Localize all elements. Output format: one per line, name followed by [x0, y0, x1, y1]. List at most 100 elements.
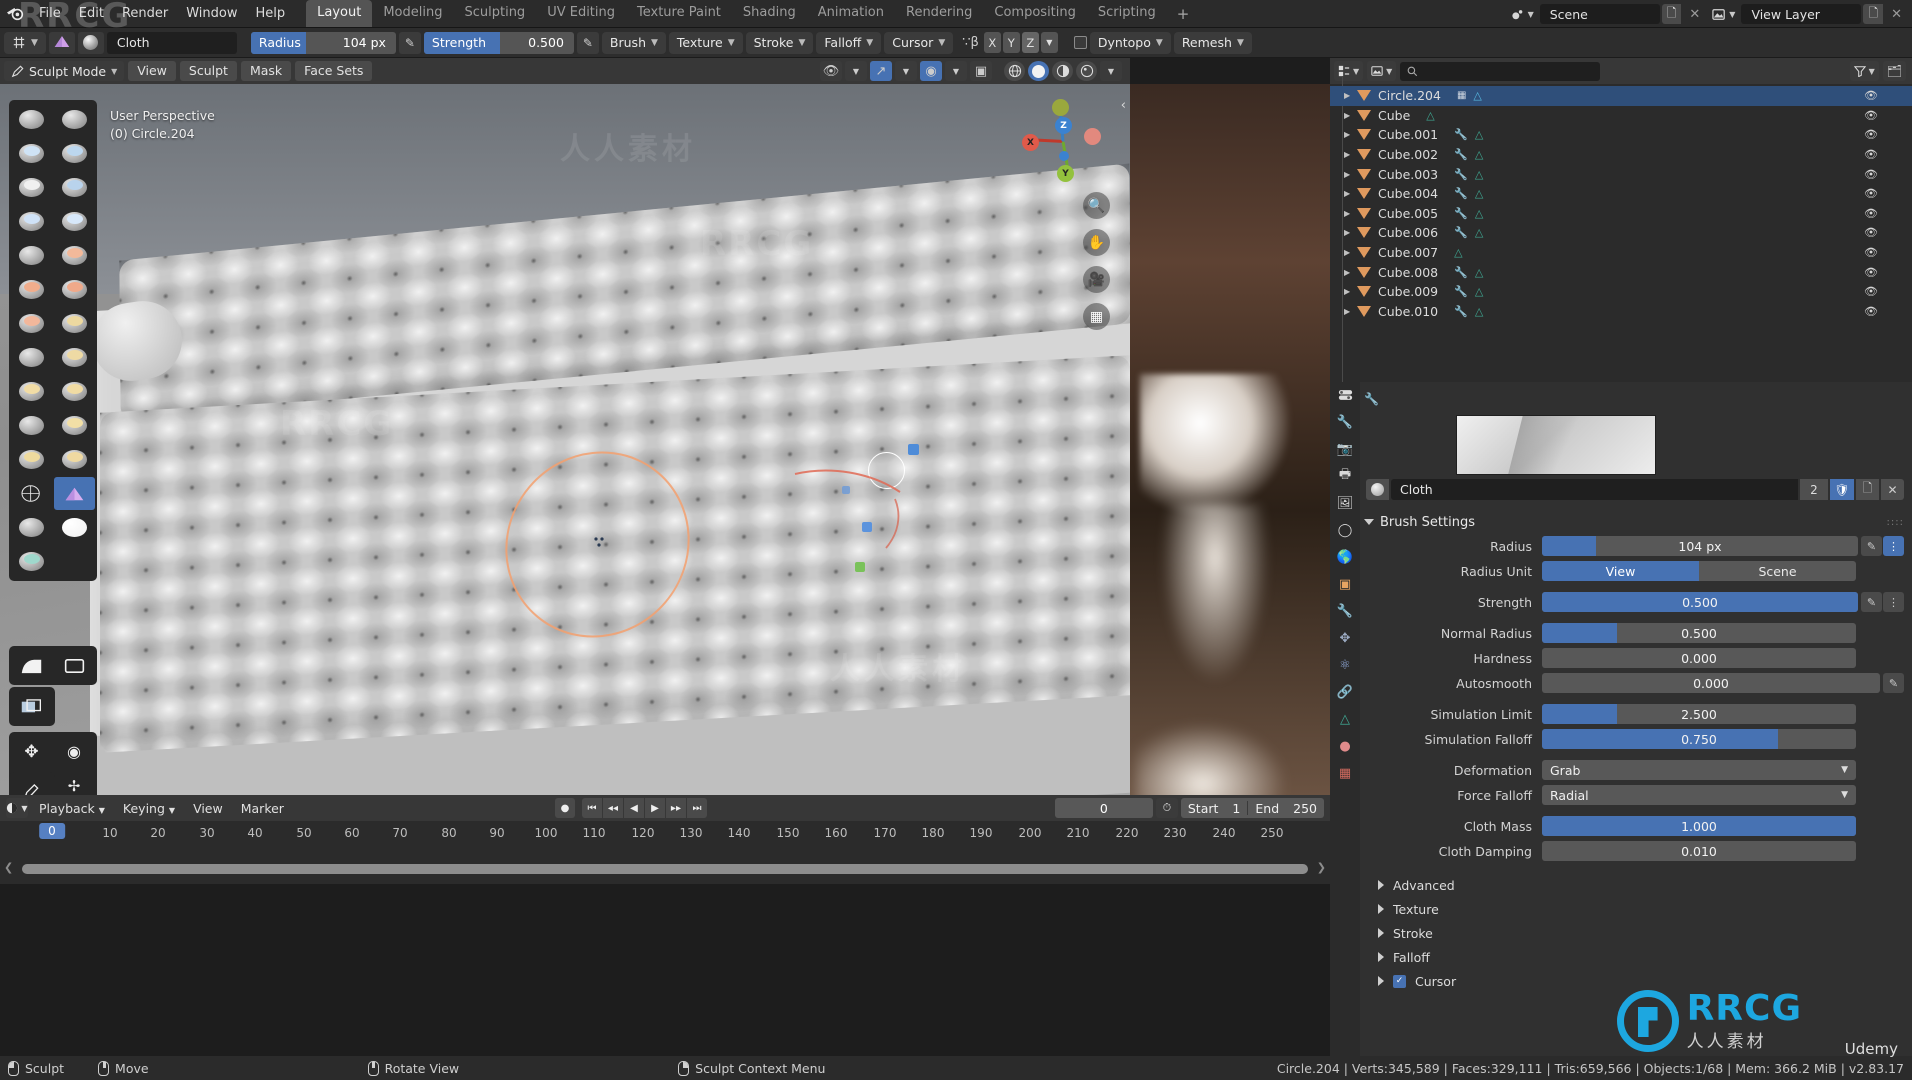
expand-arrow-icon[interactable]: ▶	[1344, 111, 1357, 120]
mesh-data-icon[interactable]: △	[1454, 246, 1462, 259]
viewport-menu-mask[interactable]: Mask	[240, 61, 292, 81]
expand-arrow-icon[interactable]: ▶	[1344, 130, 1357, 139]
tool-move[interactable]: ✥	[11, 735, 52, 768]
tab-uv-editing[interactable]: UV Editing	[536, 0, 626, 27]
mesh-data-icon[interactable]: △	[1475, 207, 1483, 220]
simulation-falloff-slider[interactable]: 0.750	[1542, 729, 1856, 749]
mesh-data-icon[interactable]: △	[1473, 89, 1481, 102]
outliner-tree[interactable]: ▶ Circle.204 ▦ △ 👁 ▶ Cube △ 👁 ▶ Cube.001 …	[1330, 76, 1912, 382]
expand-arrow-icon[interactable]: ▶	[1344, 209, 1357, 218]
outliner-row-cube002[interactable]: ▶ Cube.002 🔧 △ 👁	[1330, 145, 1912, 165]
expand-arrow-icon[interactable]	[1378, 952, 1384, 962]
outliner-row-cube006[interactable]: ▶ Cube.006 🔧 △ 👁	[1330, 223, 1912, 243]
texture-menu[interactable]: Texture ▼	[668, 31, 743, 54]
playhead[interactable]: 0	[39, 823, 65, 839]
dyntopo-menu[interactable]: Dyntopo ▼	[1089, 31, 1171, 54]
tool-inflate[interactable]	[11, 205, 52, 238]
deformation-dropdown[interactable]: Grab ▼	[1542, 760, 1856, 780]
delete-view-layer-button[interactable]: ✕	[1885, 4, 1908, 24]
prev-keyframe-icon[interactable]: ◂◂	[602, 798, 623, 818]
subpanel-advanced[interactable]: Advanced	[1364, 873, 1904, 897]
tab-shading[interactable]: Shading	[732, 0, 807, 27]
fake-user-shield-icon[interactable]: 🛡	[1830, 479, 1854, 500]
gizmo-axis-x[interactable]: X	[1022, 134, 1039, 151]
symmetry-z-button[interactable]: Z	[1021, 32, 1039, 53]
radius-value-slider[interactable]: 104 px	[1542, 536, 1858, 556]
symmetry-x-button[interactable]: X	[983, 32, 1001, 53]
cloth-mass-slider[interactable]: 1.000	[1542, 816, 1856, 836]
scene-icon[interactable]: ▼	[1507, 4, 1538, 24]
mesh-data-icon[interactable]: △	[1475, 168, 1483, 181]
outliner-row-cube005[interactable]: ▶ Cube.005 🔧 △ 👁	[1330, 204, 1912, 224]
sculpt-toolbar-trim[interactable]	[9, 687, 55, 726]
autosmooth-pressure-icon[interactable]: ✎	[1883, 673, 1904, 693]
tab-texture-icon[interactable]: ▦	[1335, 764, 1355, 782]
tool-crease[interactable]	[11, 239, 52, 272]
tab-physics-icon[interactable]: ⚛	[1335, 656, 1355, 674]
modifier-wrench-icon[interactable]: 🔧	[1454, 285, 1468, 298]
normal-radius-slider[interactable]: 0.500	[1542, 623, 1856, 643]
tool-settings-icon[interactable]: ▼	[4, 31, 46, 54]
expand-arrow-icon[interactable]	[1378, 904, 1384, 914]
frame-range-group[interactable]: Start 1 End 250	[1180, 798, 1324, 818]
gizmo-axis-y-neg[interactable]	[1052, 99, 1069, 116]
strength-pressure-icon[interactable]: ✎	[576, 31, 599, 54]
subpanel-texture[interactable]: Texture	[1364, 897, 1904, 921]
viewport-menu-view[interactable]: View	[128, 61, 176, 81]
autosmooth-slider[interactable]: 0.000	[1542, 673, 1880, 693]
expand-arrow-icon[interactable]	[1378, 976, 1384, 986]
grid-icon[interactable]: ▦	[1083, 303, 1110, 330]
timeline-ruler[interactable]: 0 10 20 30 40 50 60 70 80 90 100 110 120…	[0, 821, 1330, 847]
radius-slider[interactable]: Radius 104 px	[250, 31, 396, 54]
modifier-wrench-icon[interactable]: 🔧	[1454, 168, 1468, 181]
tool-simplify[interactable]	[11, 477, 52, 510]
brush-settings-panel-header[interactable]: Brush Settings ::::	[1364, 509, 1904, 535]
tab-tool-icon[interactable]: 🔧	[1335, 413, 1355, 431]
start-frame-value[interactable]: 1	[1225, 801, 1247, 816]
mesh-data-icon[interactable]: △	[1475, 128, 1483, 141]
tool-cloth[interactable]	[53, 477, 95, 510]
new-brush-icon[interactable]: 🗋	[1856, 479, 1879, 500]
brush-menu[interactable]: Brush ▼	[601, 31, 666, 54]
mesh-data-icon[interactable]: △	[1426, 109, 1434, 122]
tool-mask[interactable]	[11, 511, 52, 544]
xray-toggle-icon[interactable]: ▣	[970, 61, 992, 81]
subpanel-cursor[interactable]: ✓ Cursor	[1364, 969, 1904, 993]
tool-smooth[interactable]	[54, 239, 95, 272]
expand-arrow-icon[interactable]: ▶	[1344, 91, 1357, 100]
end-frame-value[interactable]: 250	[1286, 801, 1324, 816]
expand-arrow-icon[interactable]: ▶	[1344, 248, 1357, 257]
hand-icon[interactable]: ✋	[1083, 229, 1110, 256]
record-icon[interactable]: ●	[554, 798, 575, 818]
outliner-row-cube008[interactable]: ▶ Cube.008 🔧 △ 👁	[1330, 262, 1912, 282]
mesh-data-icon[interactable]: △	[1475, 285, 1483, 298]
camera-icon[interactable]: 🎥	[1083, 266, 1110, 293]
outliner-row-cube010[interactable]: ▶ Cube.010 🔧 △ 👁	[1330, 302, 1912, 322]
shading-material-icon[interactable]	[1052, 61, 1073, 81]
tab-output-icon[interactable]: 🖶	[1335, 467, 1355, 485]
modifier-wrench-icon[interactable]: 🔧	[1454, 305, 1468, 318]
properties-tab-column[interactable]: 🔧 📷 🖶 🖼 ◯ 🌎 ▣ 🔧 ✥ ⚛ 🔗 △ ● ▦	[1330, 382, 1360, 1056]
stroke-menu[interactable]: Stroke ▼	[745, 31, 814, 54]
modifier-stack-icon[interactable]: ▦	[1457, 90, 1466, 101]
tool-layer[interactable]	[54, 171, 95, 204]
viewport-menu-face-sets[interactable]: Face Sets	[295, 61, 373, 81]
tab-view-layer-icon[interactable]: 🖼	[1335, 494, 1355, 512]
visibility-eye-icon[interactable]: 👁	[1864, 266, 1878, 279]
radius-unit-scene-button[interactable]: Scene	[1699, 561, 1856, 581]
tool-flatten[interactable]	[11, 273, 52, 306]
expand-arrow-icon[interactable]: ▶	[1344, 307, 1357, 316]
tab-object-icon[interactable]: ▣	[1335, 575, 1355, 593]
tool-thumb[interactable]	[11, 409, 52, 442]
brush-preview-icon[interactable]	[77, 31, 104, 54]
next-keyframe-icon[interactable]: ▸▸	[665, 798, 686, 818]
symmetry-dropdown-icon[interactable]: ▼	[1040, 32, 1058, 53]
gizmo-dropdown-icon[interactable]: ▼	[895, 61, 917, 81]
add-workspace-button[interactable]: +	[1167, 3, 1200, 25]
radius-unified-icon[interactable]: ⋮	[1883, 536, 1904, 556]
expand-arrow-icon[interactable]: ▶	[1344, 287, 1357, 296]
new-scene-button[interactable]: 🗋	[1661, 4, 1682, 24]
sidebar-toggle-icon[interactable]: ‹	[1121, 98, 1126, 113]
symmetry-y-button[interactable]: Y	[1002, 32, 1020, 53]
shading-dropdown-icon[interactable]: ▼	[1100, 61, 1122, 81]
